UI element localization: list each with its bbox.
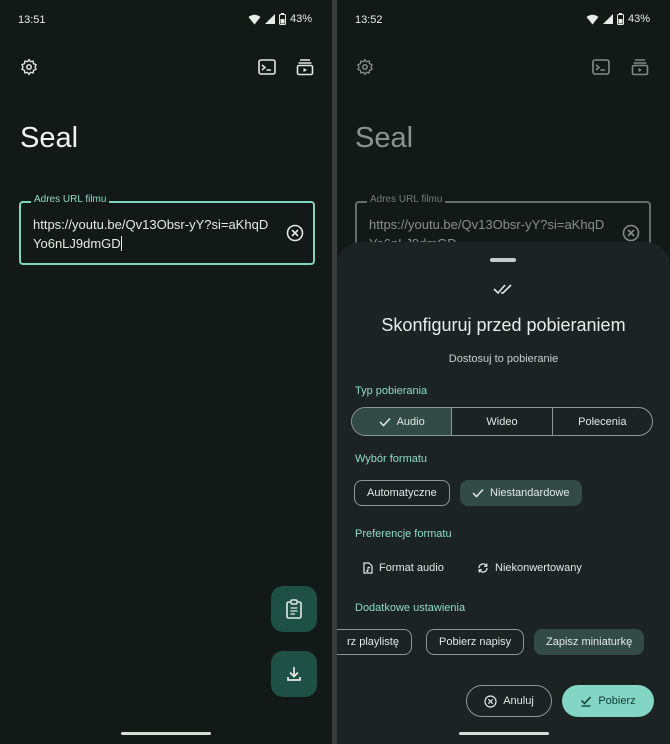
clear-icon — [286, 224, 304, 242]
type-option-commands[interactable]: Polecenia — [553, 408, 652, 435]
battery-icon — [278, 13, 286, 25]
download-config-sheet: Skonfiguruj przed pobieraniem Dostosuj t… — [337, 242, 670, 744]
app-title: Seal — [20, 122, 79, 154]
check-icon — [379, 417, 391, 427]
url-input-label: Adres URL filmu — [31, 194, 110, 205]
chip-automatic[interactable]: Automatyczne — [354, 480, 450, 506]
chip-subtitles[interactable]: Pobierz napisy — [426, 629, 525, 655]
status-bar: 13:52 43% — [337, 12, 670, 30]
cancel-icon — [484, 694, 497, 708]
download-icon — [287, 667, 301, 681]
chip-thumbnail[interactable]: Zapisz miniaturkę — [534, 629, 645, 655]
signal-icon — [264, 14, 275, 24]
download-fab[interactable] — [271, 651, 317, 697]
terminal-button[interactable] — [255, 55, 279, 79]
wifi-icon — [586, 14, 599, 24]
screen-config-sheet: 13:52 43% Seal Adres URL filmu https://y… — [337, 0, 670, 744]
check-icon — [472, 488, 484, 498]
subscriptions-button[interactable] — [293, 55, 317, 79]
cancel-button[interactable]: Anuluj — [466, 685, 552, 717]
chip-custom[interactable]: Niestandardowe — [460, 480, 582, 506]
chip-playlist[interactable]: rz playlistę — [337, 629, 412, 655]
clipboard-icon — [286, 599, 302, 619]
screen-main: 13:51 43% Seal Adres URL filmu https://y… — [0, 0, 332, 744]
app-title: Seal — [355, 122, 414, 154]
status-time: 13:51 — [18, 14, 46, 26]
url-input-value[interactable]: https://youtu.be/Qv13Obsr-yY?si=aKhqDYo6… — [33, 215, 273, 253]
download-type-selector: Audio Wideo Polecenia — [351, 407, 653, 436]
terminal-icon — [592, 59, 610, 75]
clear-url-button[interactable] — [621, 223, 641, 243]
text-cursor — [120, 236, 122, 251]
section-format-prefs: Preferencje formatu — [355, 528, 452, 540]
status-bar: 13:51 43% — [0, 12, 332, 30]
subscriptions-icon — [296, 59, 314, 76]
clear-icon — [622, 224, 640, 242]
drag-handle[interactable] — [490, 258, 516, 262]
clear-url-button[interactable] — [285, 223, 305, 243]
type-option-video[interactable]: Wideo — [452, 408, 553, 435]
subscriptions-icon — [631, 59, 649, 76]
terminal-icon — [258, 59, 276, 75]
battery-percent: 43% — [627, 13, 650, 25]
wifi-icon — [248, 14, 261, 24]
audio-file-icon — [363, 562, 373, 574]
done-all-icon — [493, 284, 512, 295]
battery-icon — [616, 13, 624, 25]
gesture-bar — [121, 732, 211, 735]
signal-icon — [602, 14, 613, 24]
terminal-button[interactable] — [589, 55, 613, 79]
section-download-type: Typ pobierania — [355, 385, 428, 397]
status-time: 13:52 — [355, 14, 383, 26]
gear-icon — [357, 58, 373, 76]
gear-icon — [21, 58, 37, 76]
url-input[interactable]: Adres URL filmu https://youtu.be/Qv13Obs… — [19, 194, 315, 265]
section-extra-settings: Dodatkowe ustawienia — [355, 602, 466, 614]
type-option-audio[interactable]: Audio — [352, 408, 453, 435]
download-button[interactable]: Pobierz — [562, 685, 654, 717]
gesture-bar — [458, 732, 549, 735]
download-done-icon — [581, 696, 592, 707]
paste-fab[interactable] — [271, 586, 317, 632]
subscriptions-button[interactable] — [628, 55, 652, 79]
sheet-title: Skonfiguruj przed pobieraniem — [381, 315, 626, 335]
battery-percent: 43% — [289, 13, 312, 25]
url-input-label: Adres URL filmu — [367, 194, 446, 205]
settings-button[interactable] — [17, 55, 41, 79]
sync-icon — [478, 563, 488, 573]
settings-button[interactable] — [353, 55, 377, 79]
chip-audio-format[interactable]: Format audio — [355, 555, 452, 581]
section-format-choice: Wybór formatu — [355, 453, 428, 465]
sheet-subtitle: Dostosuj to pobieranie — [448, 353, 559, 365]
chip-no-convert[interactable]: Niekonwertowany — [469, 555, 590, 581]
